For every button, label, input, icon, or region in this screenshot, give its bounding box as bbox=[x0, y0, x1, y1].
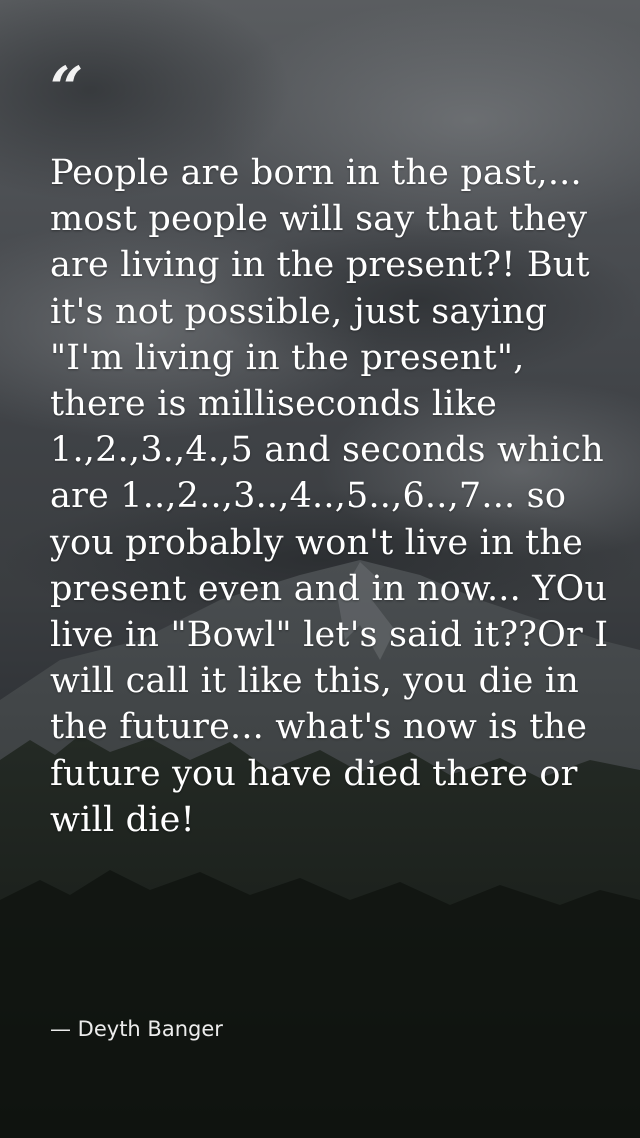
foreground-trees bbox=[0, 870, 640, 1138]
quote-author: — Deyth Banger bbox=[50, 1017, 223, 1041]
quotation-mark-icon: “ bbox=[50, 54, 84, 122]
quote-poster: “ People are born in the past,... most p… bbox=[0, 0, 640, 1138]
quote-text: People are born in the past,... most peo… bbox=[50, 153, 609, 840]
